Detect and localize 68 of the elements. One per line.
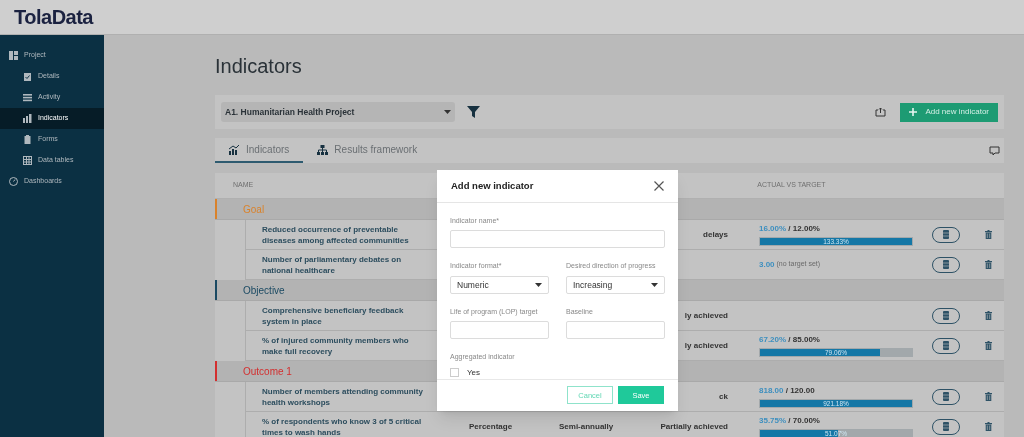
database-icon (943, 230, 949, 239)
database-icon (943, 422, 949, 431)
tab[interactable]: Results framework (303, 138, 432, 163)
app-logo: TolaData (14, 5, 93, 30)
actual-value: 16.00% (759, 223, 787, 235)
list-icon (23, 93, 32, 102)
group-label: Goal (243, 202, 265, 217)
tab[interactable]: Indicators (215, 138, 304, 163)
input-field[interactable] (566, 321, 665, 340)
caret-icon (535, 283, 542, 287)
trash-icon[interactable] (985, 230, 992, 239)
table-cell: ck (719, 391, 728, 401)
hierarchy-icon (317, 144, 329, 155)
trash-icon[interactable] (985, 422, 992, 431)
gauge-icon (9, 177, 18, 186)
table-cell: ly achieved (684, 310, 728, 320)
group-label: Objective (243, 283, 285, 298)
clipboard-icon (23, 72, 32, 81)
database-icon (943, 260, 949, 269)
database-icon (943, 341, 949, 350)
page-title: Indicators (215, 54, 302, 79)
comment-icon[interactable] (989, 145, 1000, 156)
table-cell: Semi-annually (559, 421, 614, 431)
target-value: / 120.00 (784, 385, 815, 397)
input-field[interactable] (450, 321, 549, 340)
indicator-name[interactable]: % of respondents who know 3 of 5 critical times to wash hands (262, 415, 430, 437)
target-value: / 85.00% (787, 334, 820, 346)
caret-icon (651, 283, 658, 287)
indicator-name[interactable]: Reduced occurrence of preventable diseases among affected communities (262, 223, 430, 246)
dialog-title: Add new indicator (451, 178, 534, 193)
program-select[interactable]: A1. Humanitarian Health Project (221, 102, 455, 122)
checkbox-label: Yes (467, 367, 481, 379)
bar-chart-icon (23, 114, 32, 123)
plus-icon (909, 108, 918, 116)
target-value: / 70.00% (787, 415, 820, 427)
filter-icon[interactable] (467, 106, 480, 118)
indicator-name[interactable]: Comprehensive beneficiary feedback system in place (262, 304, 430, 327)
export-icon[interactable] (875, 107, 887, 117)
table-cell: delays (703, 229, 728, 239)
checkbox[interactable] (450, 368, 459, 378)
actual-value: 3.00 (759, 258, 775, 271)
trash-icon[interactable] (985, 311, 992, 320)
database-icon (943, 311, 949, 320)
database-icon (943, 392, 949, 401)
chart-icon (229, 144, 240, 155)
clipboard-icon (23, 135, 32, 144)
actual-value: 818.00 (759, 385, 784, 397)
table-cell: ly achieved (684, 340, 728, 350)
indicator-name[interactable]: Number of parliamentary debates on national healthcare (262, 253, 430, 276)
trash-icon[interactable] (985, 392, 992, 401)
target-value: / 12.00% (787, 223, 820, 235)
group-label: Outcome 1 (243, 364, 292, 379)
layout-grid-icon (9, 51, 18, 60)
trash-icon[interactable] (985, 341, 992, 350)
table-cell: Partially achieved (660, 421, 728, 431)
close-icon[interactable] (654, 181, 664, 191)
actual-value: 35.75% (759, 415, 787, 427)
indicator-name[interactable]: % of injured community members who make full recovery (262, 334, 430, 357)
table-cell: Percentage (469, 421, 513, 431)
indicator-name[interactable]: Number of members attending community health workshops (262, 385, 430, 408)
input-field[interactable] (450, 230, 665, 249)
table-icon (23, 156, 32, 165)
add-indicator-button[interactable]: Add new indicator (900, 102, 998, 122)
select-field[interactable]: Numeric (450, 276, 549, 294)
select-field[interactable]: Increasing (566, 276, 665, 294)
caret-icon (444, 110, 451, 114)
actual-value: 67.20% (759, 334, 787, 346)
trash-icon[interactable] (985, 260, 992, 269)
